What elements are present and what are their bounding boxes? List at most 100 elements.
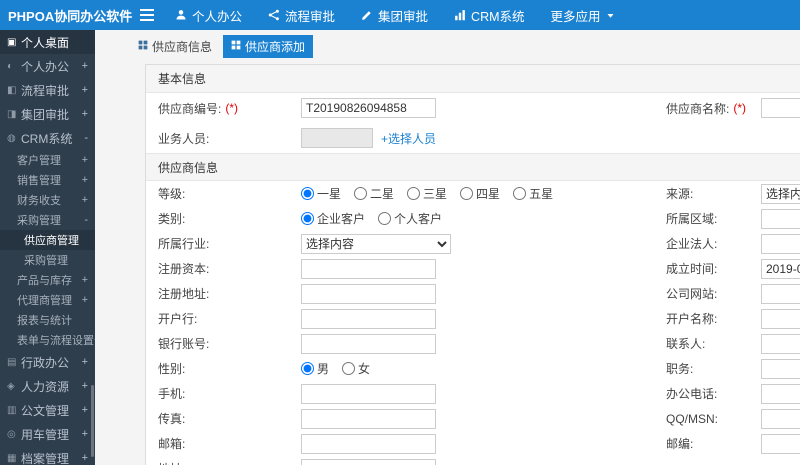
tab-label: 供应商添加: [245, 39, 306, 54]
tab-supplier-info[interactable]: 供应商信息: [130, 35, 220, 58]
select-person-link[interactable]: +选择人员: [381, 130, 436, 147]
field-label: 注册资本:: [146, 260, 301, 277]
gender-option-male[interactable]: 男: [301, 360, 329, 377]
required-asterisk: (*): [733, 101, 747, 115]
form-row: 传真: QQ/MSN:: [146, 406, 800, 431]
expand-plus-icon: +: [81, 60, 88, 72]
sales-person-input[interactable]: [301, 128, 373, 148]
contact-input[interactable]: [761, 333, 800, 354]
sidebar-item-archive[interactable]: ▦ 档案管理 +: [0, 446, 95, 465]
flow-icon: ◧: [7, 84, 17, 96]
label-text: 开户名称:: [666, 312, 718, 326]
category-radio[interactable]: [301, 212, 314, 225]
sidebar-item-crm-system[interactable]: ◍ CRM系统 -: [0, 126, 95, 150]
email-input[interactable]: [301, 433, 436, 454]
category-radio[interactable]: [378, 212, 392, 225]
category-option-enterprise[interactable]: 企业客户: [301, 210, 365, 227]
company-website-input[interactable]: [761, 283, 800, 304]
sidebar-item-personal-office[interactable]: ◐ 个人办公 +: [0, 54, 95, 78]
sidebar-item-personal-desktop[interactable]: ▣ 个人桌面: [0, 30, 95, 54]
fax-input[interactable]: [301, 408, 436, 429]
account-name-input[interactable]: [761, 308, 800, 329]
sidebar-item-agent-mgmt[interactable]: 代理商管理 +: [0, 290, 95, 310]
tab-bar: 供应商信息 供应商添加: [95, 30, 800, 62]
edit-icon: [361, 9, 373, 21]
level-radio[interactable]: [407, 187, 421, 200]
level-option-5star[interactable]: 五星: [513, 185, 553, 202]
level-radio[interactable]: [301, 187, 314, 200]
bank-input[interactable]: [301, 308, 436, 329]
sidebar-scrollbar[interactable]: [91, 385, 94, 457]
expand-plus-icon: +: [81, 154, 88, 166]
desktop-icon: ▣: [7, 36, 17, 48]
sidebar-item-vehicle[interactable]: ◎ 用车管理 +: [0, 422, 95, 446]
label-text: 等级:: [158, 187, 186, 201]
tab-supplier-add[interactable]: 供应商添加: [223, 34, 314, 58]
level-option-1star[interactable]: 一星: [301, 185, 341, 202]
expand-plus-icon: +: [81, 356, 88, 368]
founded-date-input[interactable]: [761, 258, 800, 279]
level-option-2star[interactable]: 二星: [354, 185, 394, 202]
document-icon: ▥: [7, 404, 17, 416]
sidebar-item-product-inventory[interactable]: 产品与库存 +: [0, 270, 95, 290]
crm-icon: ◍: [7, 132, 16, 144]
sidebar-item-label: 公文管理: [21, 403, 70, 418]
nav-item-more-apps[interactable]: 更多应用: [538, 0, 628, 30]
radio-label: 企业客户: [317, 212, 366, 226]
field-label: 手机:: [146, 385, 301, 402]
grid-icon: [231, 39, 241, 53]
level-option-4star[interactable]: 四星: [460, 185, 500, 202]
industry-select[interactable]: 选择内容: [301, 233, 451, 254]
level-radio[interactable]: [513, 187, 527, 200]
source-select[interactable]: 选择内容: [761, 183, 800, 204]
region-input[interactable]: [761, 208, 800, 229]
gender-radio[interactable]: [301, 362, 314, 375]
sidebar-item-form-flow-settings[interactable]: 表单与流程设置 +: [0, 330, 95, 350]
expand-plus-icon: +: [81, 380, 88, 392]
sidebar-item-label: 销售管理: [17, 175, 61, 187]
qq-msn-input[interactable]: [761, 408, 800, 429]
level-radio[interactable]: [460, 187, 474, 200]
sidebar-item-supplier-mgmt[interactable]: 供应商管理: [0, 230, 95, 250]
caret-down-icon: [606, 11, 615, 20]
user-icon: ◐: [7, 60, 14, 72]
sidebar-item-group-approval[interactable]: ◨ 集团审批 +: [0, 102, 95, 126]
sidebar: ▣ 个人桌面 ◐ 个人办公 + ◧ 流程审批 + ◨ 集团审批 + ◍ CRM系…: [0, 30, 95, 465]
nav-item-personal-office[interactable]: 个人办公: [162, 0, 255, 30]
label-text: 注册资本:: [158, 262, 210, 276]
sidebar-item-sales-mgmt[interactable]: 销售管理 +: [0, 170, 95, 190]
label-text: 职务:: [666, 362, 694, 376]
sidebar-item-official-doc[interactable]: ▥ 公文管理 +: [0, 398, 95, 422]
nav-item-crm-system[interactable]: CRM系统: [441, 0, 537, 30]
sidebar-item-reports[interactable]: 报表与统计: [0, 310, 95, 330]
supplier-no-input[interactable]: [301, 98, 436, 118]
level-option-3star[interactable]: 三星: [407, 185, 447, 202]
label-text: 所属区域:: [666, 212, 718, 226]
menu-toggle-icon[interactable]: [132, 0, 162, 30]
mobile-input[interactable]: [301, 383, 436, 404]
sidebar-item-label: 财务收支: [17, 195, 61, 207]
sidebar-item-hr[interactable]: ◈ 人力资源 +: [0, 374, 95, 398]
position-input[interactable]: [761, 358, 800, 379]
nav-item-group-approval[interactable]: 集团审批: [348, 0, 441, 30]
sidebar-item-purchase-mgmt[interactable]: 采购管理 -: [0, 210, 95, 230]
sidebar-item-process-approval[interactable]: ◧ 流程审批 +: [0, 78, 95, 102]
sidebar-item-customer-mgmt[interactable]: 客户管理 +: [0, 150, 95, 170]
bank-account-input[interactable]: [301, 333, 436, 354]
category-option-individual[interactable]: 个人客户: [378, 210, 442, 227]
gender-option-female[interactable]: 女: [342, 360, 370, 377]
gender-radio[interactable]: [342, 362, 356, 375]
registered-capital-input[interactable]: [301, 258, 436, 279]
address-input[interactable]: [301, 458, 436, 465]
sidebar-item-finance[interactable]: 财务收支 +: [0, 190, 95, 210]
supplier-name-input[interactable]: [761, 98, 800, 118]
zipcode-input[interactable]: [761, 433, 800, 454]
level-radio[interactable]: [354, 187, 368, 200]
registered-address-input[interactable]: [301, 283, 436, 304]
label-text: 开户行:: [158, 312, 198, 326]
legal-person-input[interactable]: [761, 233, 800, 254]
sidebar-item-admin-office[interactable]: ▤ 行政办公 +: [0, 350, 95, 374]
sidebar-item-purchase-mgmt-sub[interactable]: 采购管理: [0, 250, 95, 270]
nav-item-process-approval[interactable]: 流程审批: [255, 0, 348, 30]
office-phone-input[interactable]: [761, 383, 800, 404]
